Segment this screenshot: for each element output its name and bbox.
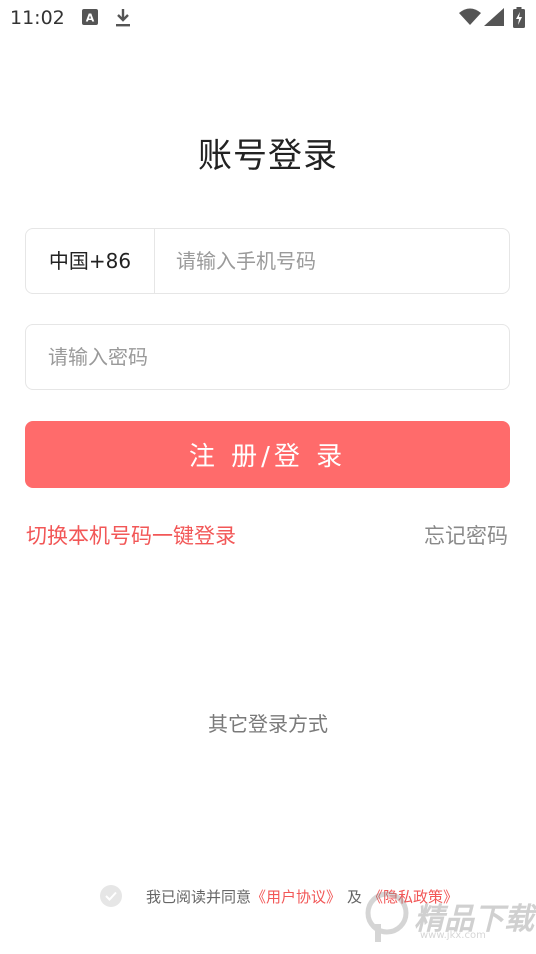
battery-charging-icon [513,7,525,32]
status-time: 11:02 [10,7,65,29]
wifi-icon [459,8,481,30]
agreement-checkbox[interactable] [100,885,122,907]
watermark: 精品下载 www.jkx.com [364,890,534,948]
other-login-methods-label: 其它登录方式 [208,712,328,736]
phone-field-container: 中国+86 [25,228,510,294]
password-input[interactable] [48,325,488,389]
agreement-prefix: 我已阅读并同意 [146,887,252,906]
user-agreement-link[interactable]: 《用户协议》 [251,886,341,907]
password-field-container [25,324,510,390]
svg-text:A: A [86,12,95,25]
page-title: 账号登录 [198,136,338,176]
watermark-logo-icon [365,891,409,942]
status-bar: 11:02 A [0,0,536,36]
country-code-selector[interactable]: 中国+86 [26,229,155,293]
forgot-password-link[interactable]: 忘记密码 [424,520,508,550]
cellular-signal-icon [484,8,504,30]
watermark-url: www.jkx.com [420,930,486,941]
download-icon [114,8,132,32]
phone-input[interactable] [176,229,496,293]
switch-one-click-login-link[interactable]: 切换本机号码一键登录 [26,520,236,550]
agreement-and: 及 [347,887,363,906]
checkmark-icon [105,891,117,901]
font-notification-icon: A [82,9,98,29]
register-login-button[interactable]: 注 册/登 录 [25,421,510,488]
